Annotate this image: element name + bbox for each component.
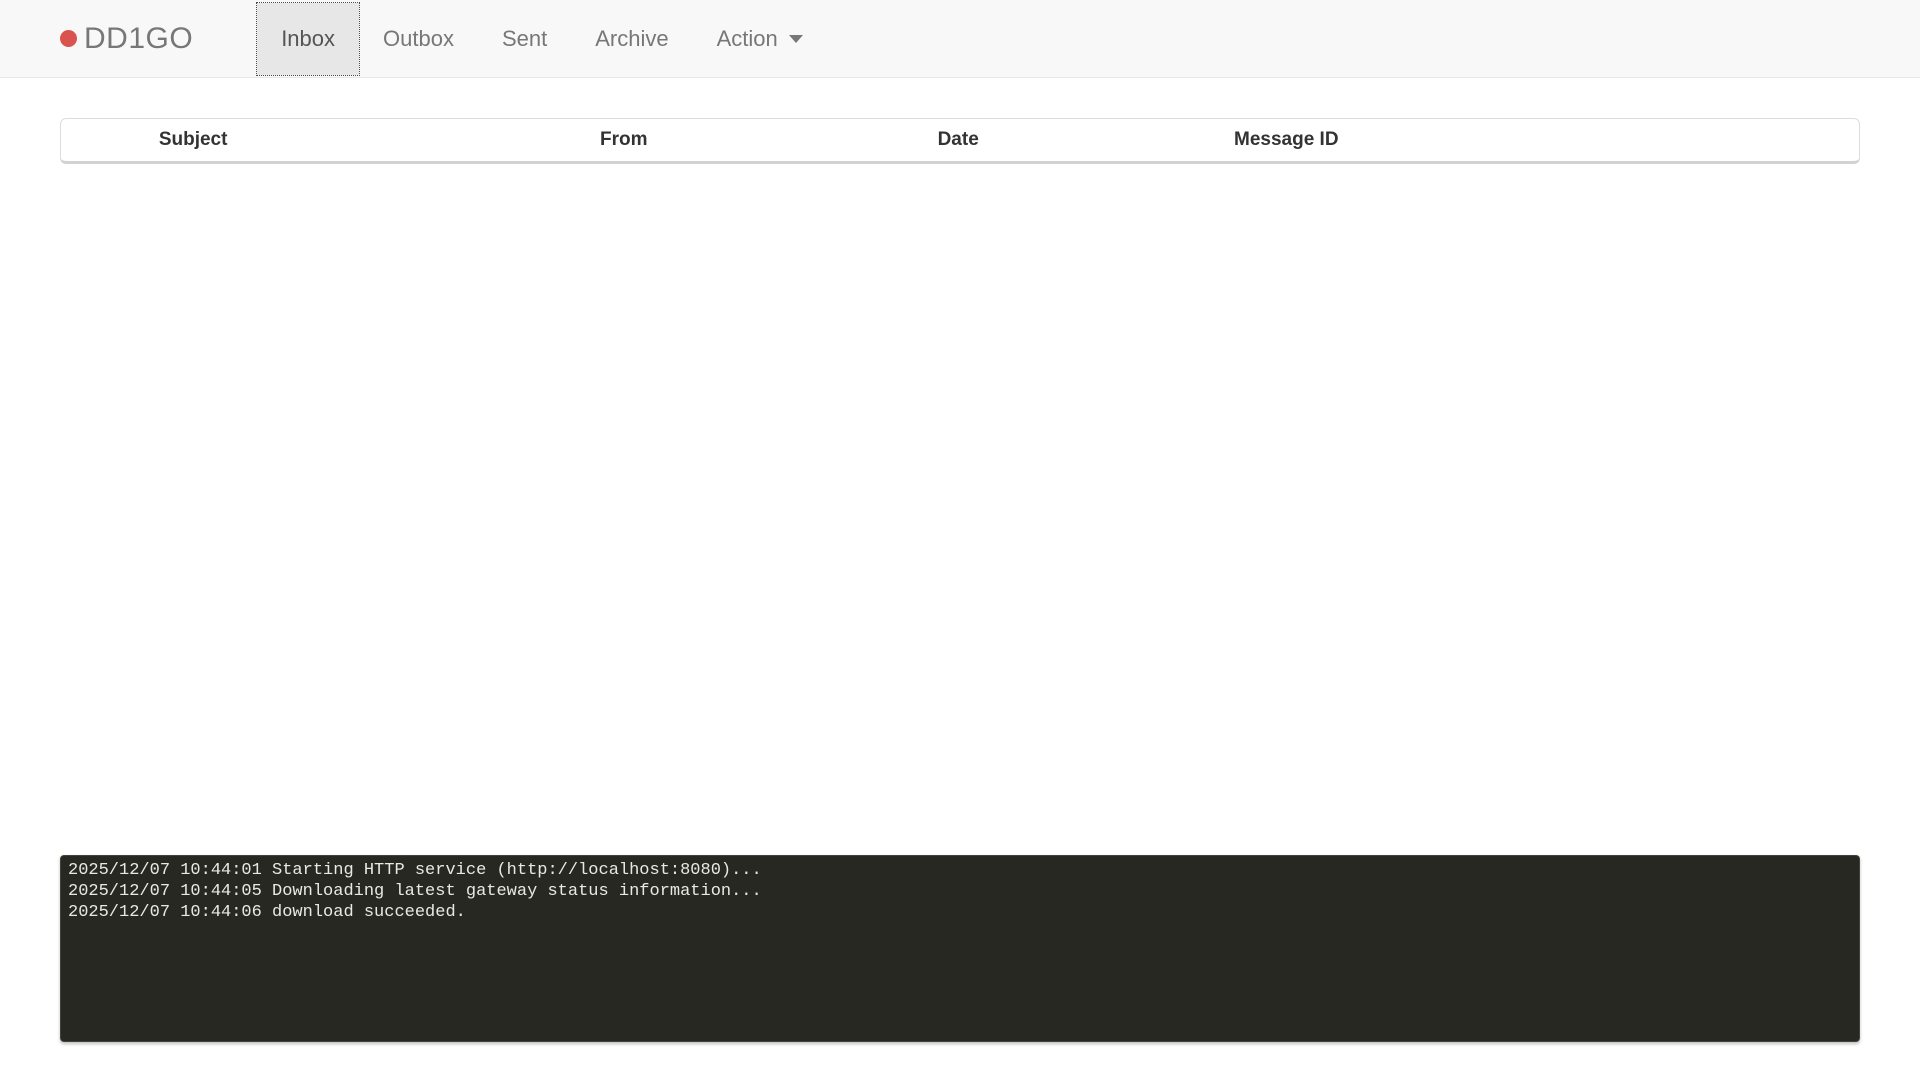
nav-item-archive[interactable]: Archive <box>571 3 692 75</box>
top-navbar: DD1GO Inbox Outbox Sent Archive Action <box>0 0 1920 78</box>
console-log-line: 2025/12/07 10:44:01 Starting HTTP servic… <box>68 860 1852 881</box>
column-header-from: From <box>325 119 922 161</box>
nav-item-outbox[interactable]: Outbox <box>359 3 478 75</box>
connection-status-dot-icon <box>60 30 77 47</box>
console-log-line: 2025/12/07 10:44:05 Downloading latest g… <box>68 881 1852 902</box>
column-header-subject: Subject <box>61 119 325 161</box>
nav-item-inbox[interactable]: Inbox <box>257 3 359 75</box>
brand-callsign: DD1GO <box>84 22 193 56</box>
mailbox-table: Subject From Date Message ID <box>61 119 1859 161</box>
column-header-spacer <box>1578 119 1859 161</box>
main-content: Subject From Date Message ID 2025/12/07 … <box>60 118 1860 1042</box>
mailbox-header-row: Subject From Date Message ID <box>61 119 1859 161</box>
console-log-panel[interactable]: 2025/12/07 10:44:01 Starting HTTP servic… <box>60 855 1860 1042</box>
caret-down-icon <box>789 35 803 43</box>
folder-nav: Inbox Outbox Sent Archive Action <box>257 0 827 78</box>
console-log-line: 2025/12/07 10:44:06 download succeeded. <box>68 902 1852 923</box>
action-dropdown-label: Action <box>717 26 778 52</box>
column-header-message-id: Message ID <box>994 119 1578 161</box>
mailbox-table-panel: Subject From Date Message ID <box>60 118 1860 164</box>
nav-item-action-dropdown[interactable]: Action <box>693 3 827 75</box>
column-header-date: Date <box>922 119 994 161</box>
nav-item-sent[interactable]: Sent <box>478 3 571 75</box>
brand-link[interactable]: DD1GO <box>60 22 193 56</box>
